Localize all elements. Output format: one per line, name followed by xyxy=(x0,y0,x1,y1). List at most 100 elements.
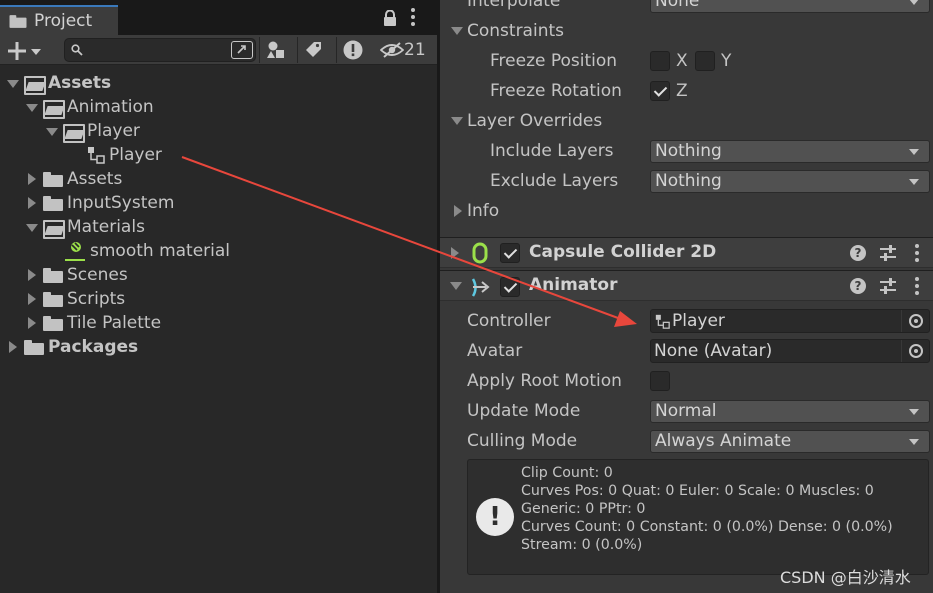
folder-icon xyxy=(43,291,63,307)
folder-icon xyxy=(43,195,63,211)
hidden-packages-toggle[interactable]: 21 xyxy=(380,37,426,63)
tree-item-tile-palette[interactable]: Tile Palette xyxy=(25,311,161,335)
tab-menu-icon[interactable] xyxy=(410,8,422,28)
capsule-collider-enabled-checkbox[interactable] xyxy=(500,243,520,263)
collapse-arrow-icon[interactable] xyxy=(453,205,463,217)
apply-root-motion-row: Apply Root Motion xyxy=(440,367,933,397)
object-picker-icon[interactable] xyxy=(901,340,929,362)
include-layers-dropdown[interactable]: Nothing xyxy=(650,140,930,163)
object-picker-icon[interactable] xyxy=(901,310,929,332)
animator-enabled-checkbox[interactable] xyxy=(500,277,520,297)
tree-item-player-controller[interactable]: Player xyxy=(87,143,162,167)
expand-arrow-icon[interactable] xyxy=(45,124,59,138)
expand-arrow-icon[interactable] xyxy=(6,76,20,90)
interpolate-dropdown[interactable]: None xyxy=(650,0,930,13)
collapse-arrow-icon[interactable] xyxy=(25,196,39,210)
exclude-layers-dropdown[interactable]: Nothing xyxy=(650,170,930,193)
presets-icon[interactable] xyxy=(880,244,896,262)
freeze-position-x-checkbox[interactable] xyxy=(650,51,670,71)
culling-mode-dropdown[interactable]: Always Animate xyxy=(650,430,930,453)
help-icon[interactable]: ? xyxy=(850,278,866,294)
tree-item-inputsystem[interactable]: InputSystem xyxy=(25,191,174,215)
collapse-arrow-icon[interactable] xyxy=(450,247,460,259)
log-types-button[interactable] xyxy=(336,37,368,63)
collapse-arrow-icon[interactable] xyxy=(25,268,39,282)
folder-icon xyxy=(24,339,44,355)
tree-item-scenes[interactable]: Scenes xyxy=(25,263,128,287)
tree-item-packages[interactable]: Packages xyxy=(6,335,138,359)
capsule-collider-2d-header[interactable]: Capsule Collider 2D ? xyxy=(440,237,933,268)
search-by-type-button[interactable] xyxy=(259,37,291,63)
tree-item-animation[interactable]: Animation xyxy=(25,95,154,119)
tree-label: Scenes xyxy=(67,265,128,285)
freeze-position-x-label: X xyxy=(676,51,688,71)
interpolate-row: Interpolate None xyxy=(440,0,933,17)
info-row[interactable]: Info xyxy=(440,197,933,227)
avatar-field[interactable]: None (Avatar) xyxy=(650,339,930,363)
tree-item-assets-sub[interactable]: Assets xyxy=(25,167,122,191)
help-icon[interactable]: ? xyxy=(850,245,866,261)
plus-icon xyxy=(8,42,26,60)
presets-icon[interactable] xyxy=(880,277,896,295)
include-layers-label: Include Layers xyxy=(490,141,614,161)
freeze-rotation-z-checkbox[interactable] xyxy=(650,81,670,101)
tab-project[interactable]: Project xyxy=(0,5,118,35)
tree-label: Assets xyxy=(67,169,123,189)
collapse-arrow-icon[interactable] xyxy=(6,340,20,354)
component-menu-icon[interactable] xyxy=(914,277,920,297)
search-icon xyxy=(71,44,83,56)
culling-mode-label: Culling Mode xyxy=(467,431,578,451)
apply-root-motion-checkbox[interactable] xyxy=(650,371,670,391)
tree-item-player-folder[interactable]: Player xyxy=(45,119,140,143)
folder-open-icon xyxy=(24,75,46,95)
exclude-layers-row: Exclude Layers Nothing xyxy=(440,167,933,197)
freeze-rotation-row: Freeze Rotation Z xyxy=(440,77,933,107)
animator-controller-icon xyxy=(655,314,670,329)
watermark: CSDN @白沙清水 xyxy=(780,568,911,587)
collapse-arrow-icon[interactable] xyxy=(25,316,39,330)
animator-icon xyxy=(471,278,490,297)
tree-item-scripts[interactable]: Scripts xyxy=(25,287,125,311)
constraints-row[interactable]: Constraints xyxy=(440,17,933,47)
collapse-arrow-icon[interactable] xyxy=(25,292,39,306)
tree-item-smooth-material[interactable]: smooth material xyxy=(64,239,230,263)
expand-arrow-icon[interactable] xyxy=(25,220,39,234)
tab-project-label: Project xyxy=(34,11,93,31)
tree-label: smooth material xyxy=(90,241,231,261)
expand-arrow-icon[interactable] xyxy=(451,116,463,126)
controller-field[interactable]: Player xyxy=(650,309,930,333)
layer-overrides-row[interactable]: Layer Overrides xyxy=(440,107,933,137)
avatar-value: None (Avatar) xyxy=(654,341,773,361)
freeze-position-y-checkbox[interactable] xyxy=(695,51,715,71)
animator-header[interactable]: Animator ? xyxy=(440,270,933,301)
search-field[interactable] xyxy=(64,38,256,62)
capsule-collider-title: Capsule Collider 2D xyxy=(529,242,717,262)
component-menu-icon[interactable] xyxy=(914,244,920,264)
warning-icon xyxy=(343,40,362,60)
folder-icon xyxy=(43,171,63,187)
search-popout-icon[interactable] xyxy=(231,41,253,59)
tag-icon xyxy=(305,42,321,57)
tree-item-assets[interactable]: Assets xyxy=(6,71,111,95)
create-button[interactable] xyxy=(4,38,48,62)
info-line: Generic: 0 PPtr: 0 xyxy=(521,501,646,517)
freeze-rotation-z-label: Z xyxy=(676,81,688,101)
search-by-label-button[interactable] xyxy=(297,37,329,63)
update-mode-dropdown[interactable]: Normal xyxy=(650,400,930,423)
expand-arrow-icon[interactable] xyxy=(451,26,463,36)
controller-label: Controller xyxy=(467,311,551,331)
update-mode-row: Update Mode Normal xyxy=(440,397,933,427)
tree-item-materials[interactable]: Materials xyxy=(25,215,145,239)
expand-arrow-icon[interactable] xyxy=(450,281,462,291)
animator-info-lines: Clip Count: 0 Curves Pos: 0 Quat: 0 Eule… xyxy=(521,464,893,554)
collapse-arrow-icon[interactable] xyxy=(25,172,39,186)
project-toolbar: 21 xyxy=(0,35,437,65)
interpolate-label: Interpolate xyxy=(467,0,561,11)
folder-icon xyxy=(43,267,63,283)
lock-icon[interactable] xyxy=(383,9,397,31)
avatar-row: Avatar None (Avatar) xyxy=(440,337,933,367)
expand-arrow-icon[interactable] xyxy=(25,100,39,114)
search-input[interactable] xyxy=(87,41,225,59)
apply-root-motion-label: Apply Root Motion xyxy=(467,371,622,391)
chevron-down-icon xyxy=(31,49,41,55)
